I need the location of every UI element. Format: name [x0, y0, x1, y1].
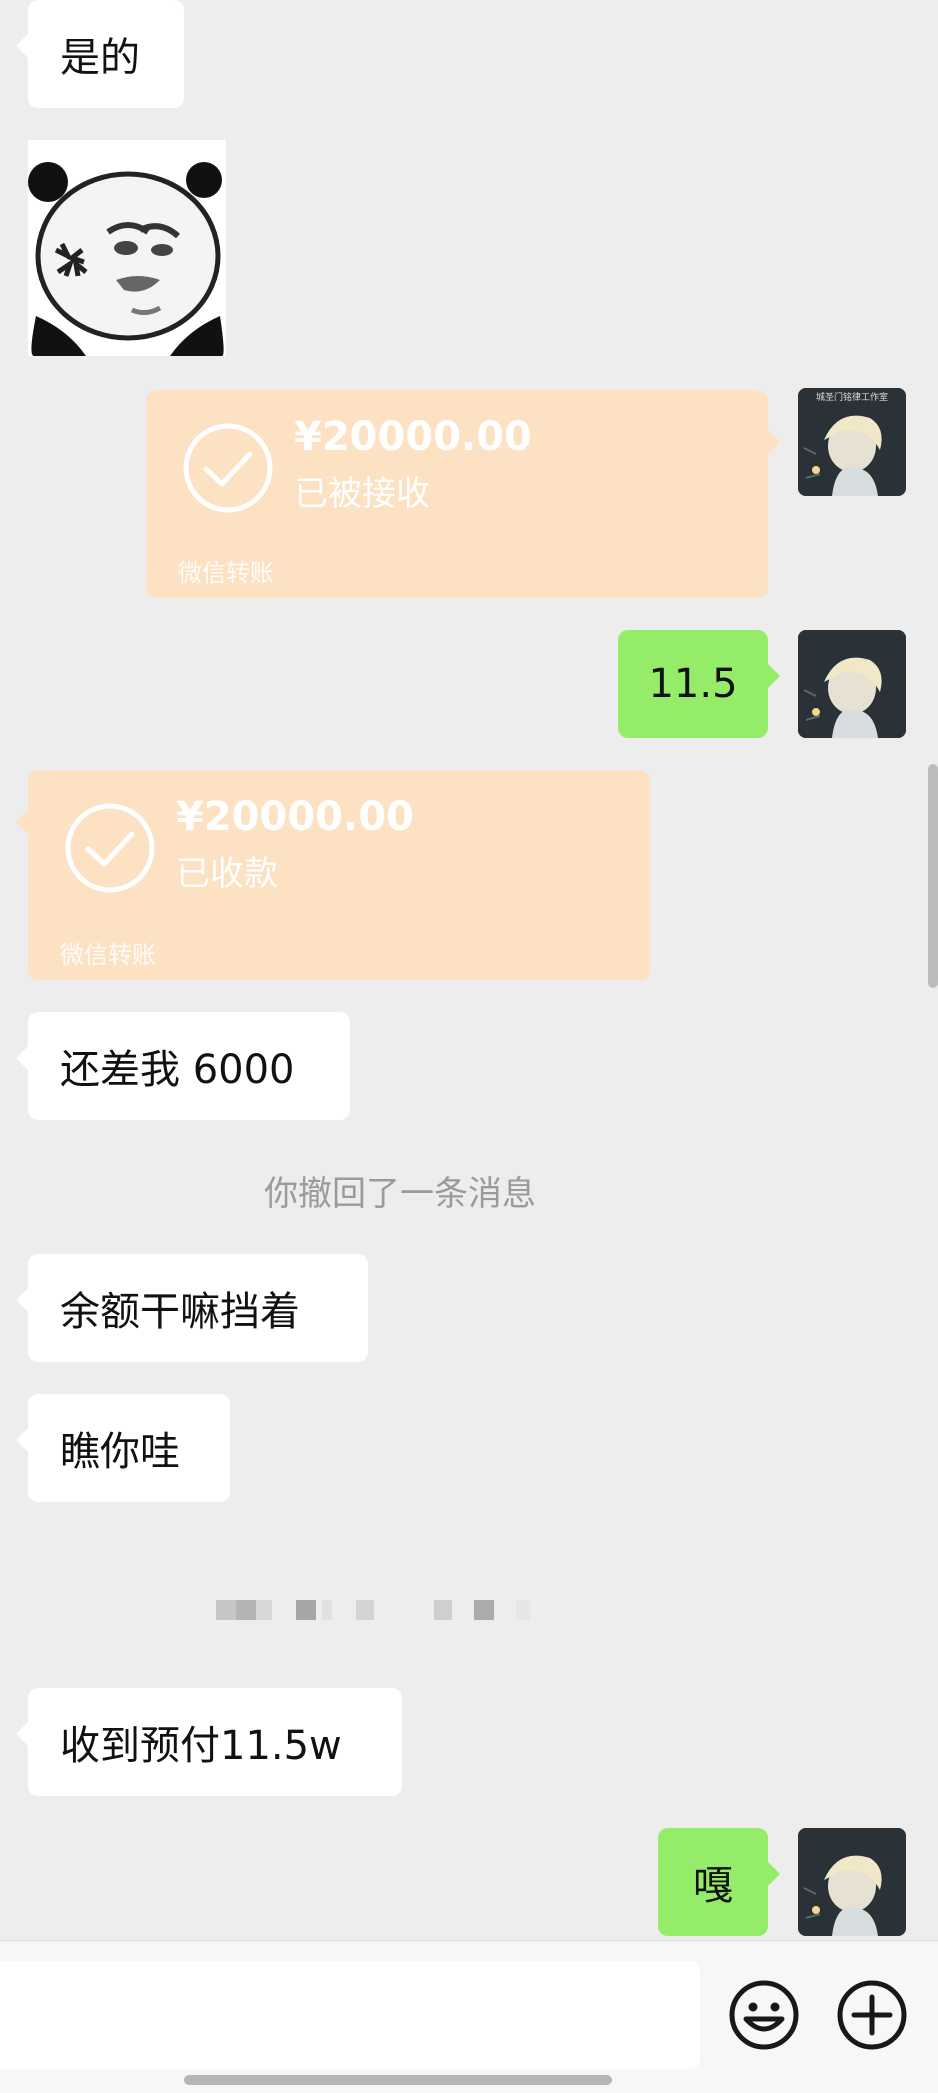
message-text: 11.5	[648, 661, 738, 707]
avatar[interactable]	[798, 630, 906, 738]
transfer-amount: ¥20000.00	[294, 414, 532, 460]
transfer-brand: 微信转账	[178, 559, 274, 587]
message-bubble[interactable]: 收到预付11.5w	[16, 1688, 402, 1796]
message-bubble[interactable]: 还差我 6000	[16, 1012, 350, 1120]
transfer-amount: ¥20000.00	[176, 794, 414, 840]
check-circle-icon	[183, 423, 273, 513]
recall-notice[interactable]: 你撤回了一条消息	[0, 1166, 800, 1215]
message-bubble[interactable]: 余额干嘛挡着	[16, 1254, 368, 1362]
message-text: 余额干嘛挡着	[60, 1289, 300, 1335]
avatar[interactable]	[798, 1828, 906, 1936]
chat-input-bar	[0, 1940, 938, 2093]
home-indicator[interactable]	[184, 2075, 612, 2085]
message-bubble[interactable]: 是的	[16, 0, 184, 108]
message-text: 收到预付11.5w	[60, 1723, 342, 1769]
message-text: 还差我 6000	[60, 1047, 295, 1093]
avatar[interactable]: 城圣门铭律工作室	[798, 388, 906, 496]
emoji-icon[interactable]	[728, 1979, 800, 2051]
check-circle-icon	[65, 803, 155, 893]
transfer-status: 已收款	[176, 854, 278, 894]
message-text: 是的	[60, 35, 140, 81]
plus-icon[interactable]	[836, 1979, 908, 2051]
message-text: 嘎	[693, 1863, 733, 1909]
message-input[interactable]	[0, 1961, 700, 2069]
avatar-caption: 城圣门铭律工作室	[816, 391, 888, 403]
transfer-status: 已被接收	[294, 474, 430, 514]
transfer-card-received[interactable]: ¥20000.00 已收款 微信转账	[16, 770, 650, 980]
scrollbar[interactable]	[928, 764, 938, 988]
message-bubble-sent[interactable]: 11.5	[618, 630, 780, 738]
panda-sticker[interactable]	[28, 140, 226, 356]
avatar-anime-icon	[798, 1828, 906, 1936]
avatar-anime-icon: 城圣门铭律工作室	[798, 388, 906, 496]
panda-meme-icon	[28, 140, 226, 356]
message-bubble[interactable]: 瞧你哇	[16, 1394, 230, 1502]
avatar-anime-icon	[798, 630, 906, 738]
message-text: 瞧你哇	[60, 1429, 180, 1475]
transfer-brand: 微信转账	[60, 941, 156, 969]
pixelated-timestamp	[216, 1600, 536, 1620]
message-bubble-sent[interactable]: 嘎	[658, 1828, 780, 1936]
transfer-card-sent[interactable]: ¥20000.00 已被接收 微信转账	[146, 390, 780, 598]
